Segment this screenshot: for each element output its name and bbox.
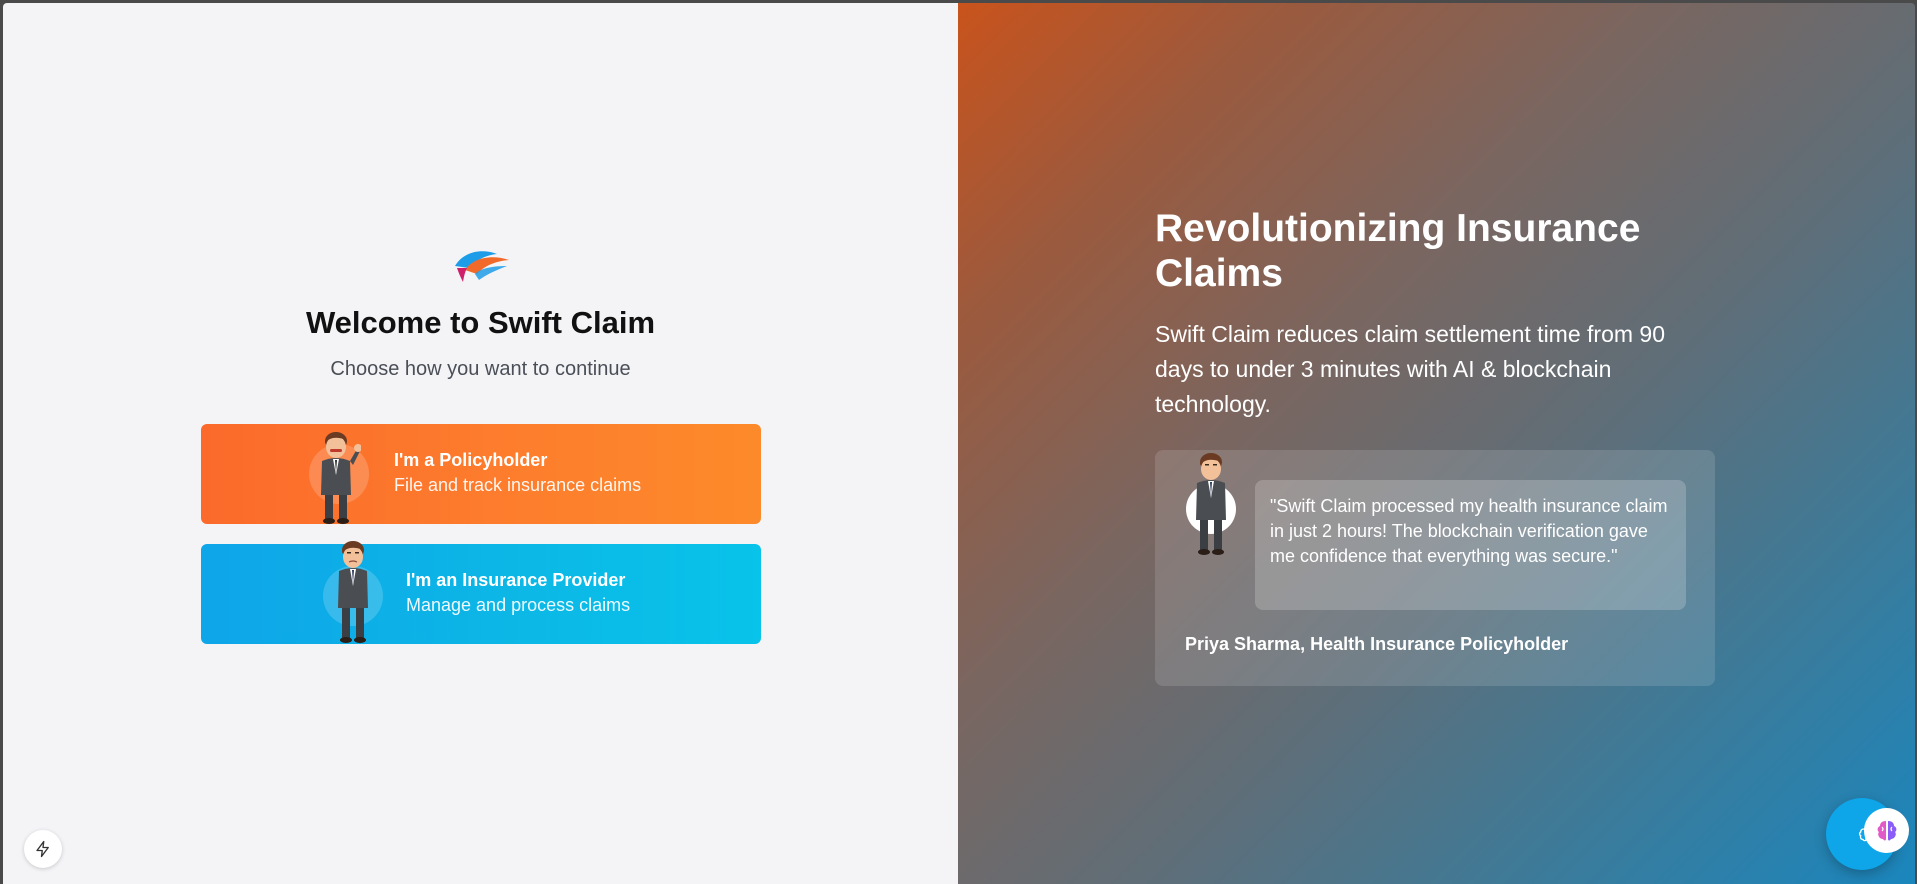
testimonial-quote: "Swift Claim processed my health insuran… (1255, 480, 1686, 610)
policyholder-title: I'm a Policyholder (394, 450, 548, 470)
welcome-title: Welcome to Swift Claim (305, 305, 656, 340)
provider-text: I'm an Insurance Provider Manage and pro… (406, 568, 630, 618)
testimonial-avatar-icon (1196, 453, 1226, 555)
provider-subtitle: Manage and process claims (406, 595, 631, 615)
standing-man-avatar-icon (338, 541, 368, 643)
policyholder-subtitle: File and track insurance claims (394, 475, 642, 495)
bolt-button[interactable] (24, 830, 62, 868)
promo-panel: Revolutionizing Insurance Claims Swift C… (958, 3, 1915, 884)
welcome-subtitle: Choose how you want to continue (330, 358, 631, 380)
policyholder-role-button[interactable]: I'm a Policyholder File and track insura… (201, 424, 761, 524)
ai-assistant-button[interactable] (1826, 798, 1909, 870)
assistant-badge (1864, 808, 1909, 853)
bolt-icon (36, 840, 49, 858)
swift-claim-logo-icon (455, 251, 509, 282)
app-window: Welcome to Swift Claim Choose how you wa… (3, 3, 1915, 884)
role-selection-panel: Welcome to Swift Claim Choose how you wa… (3, 3, 958, 884)
waving-man-avatar-icon (321, 432, 361, 524)
policyholder-text: I'm a Policyholder File and track insura… (394, 448, 641, 498)
brain-icon (1877, 820, 1896, 840)
provider-title: I'm an Insurance Provider (406, 570, 626, 590)
promo-description: Swift Claim reduces claim settlement tim… (1155, 321, 1665, 417)
promo-title: Revolutionizing Insurance Claims (1155, 207, 1641, 295)
insurance-provider-role-button[interactable]: I'm an Insurance Provider Manage and pro… (201, 541, 761, 644)
testimonial-card: "Swift Claim processed my health insuran… (1155, 450, 1715, 686)
testimonial-author: Priya Sharma, Health Insurance Policyhol… (1185, 634, 1569, 654)
